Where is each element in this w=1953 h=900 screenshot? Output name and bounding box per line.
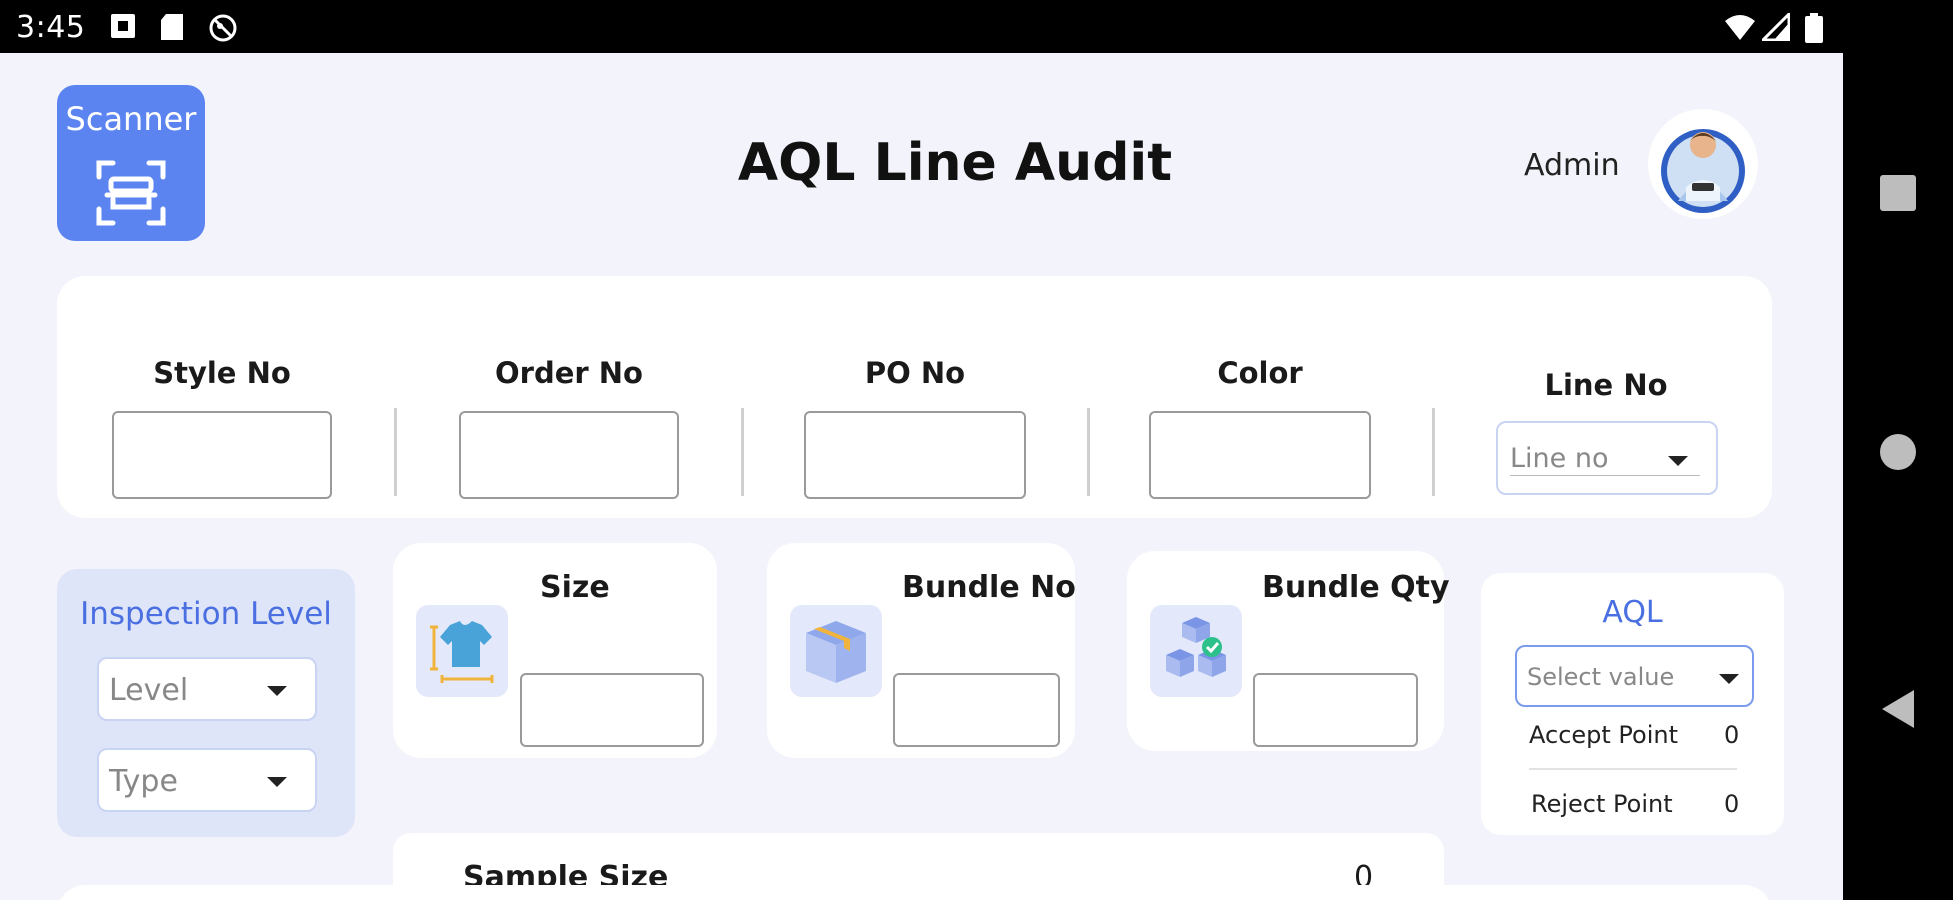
underline [1510, 475, 1700, 476]
order-no-label: Order No [495, 356, 643, 390]
size-label: Size [540, 570, 610, 605]
type-dropdown[interactable]: Type [97, 748, 317, 812]
row-divider [1529, 768, 1737, 770]
reject-point-value: 0 [1724, 790, 1740, 818]
box-icon [804, 617, 868, 690]
app-screen: Scanner AQL Line Audit Admin Style No Or… [0, 53, 1843, 900]
inspection-level-title: Inspection Level [80, 596, 332, 632]
status-time: 3:45 [16, 10, 86, 45]
level-placeholder: Level [109, 673, 189, 708]
chevron-down-icon [1719, 674, 1739, 684]
aql-card: AQL Select value Accept Point 0 Reject P… [1481, 573, 1784, 835]
po-no-input[interactable] [804, 411, 1026, 499]
divider [394, 408, 397, 496]
reject-point-label: Reject Point [1531, 790, 1673, 818]
bundle-no-label: Bundle No [902, 570, 1076, 605]
line-no-label: Line No [1544, 368, 1668, 402]
po-no-label: PO No [864, 356, 966, 390]
bundle-no-input[interactable] [893, 673, 1060, 747]
home-button[interactable] [1843, 434, 1953, 475]
accept-point-label: Accept Point [1529, 721, 1679, 749]
home-icon [1880, 434, 1916, 475]
t-shirt-icon [426, 617, 498, 692]
order-no-input[interactable] [459, 411, 679, 499]
type-placeholder: Type [109, 764, 178, 799]
page-title: AQL Line Audit [737, 133, 1173, 193]
style-no-label: Style No [153, 356, 291, 390]
chevron-down-icon [267, 777, 287, 787]
notification-icon [110, 13, 136, 44]
wifi-icon [1724, 13, 1756, 46]
bundle-icon-tile [790, 605, 882, 697]
size-icon-tile [416, 605, 508, 697]
divider [741, 408, 744, 496]
aql-placeholder: Select value [1527, 663, 1675, 691]
back-button[interactable] [1843, 689, 1953, 734]
aql-title: AQL [1602, 595, 1663, 630]
style-no-input[interactable] [112, 411, 332, 499]
bottom-card [57, 885, 1772, 900]
status-bar: 3:45 [0, 0, 1953, 53]
divider [1087, 408, 1090, 496]
accept-point-value: 0 [1724, 721, 1740, 749]
chevron-down-icon [267, 686, 287, 696]
line-no-dropdown[interactable]: Line no [1496, 421, 1718, 495]
bundle-qty-label: Bundle Qty [1262, 570, 1450, 605]
battery-icon [1805, 13, 1823, 48]
signal-icon [1759, 10, 1791, 46]
color-input[interactable] [1149, 411, 1371, 499]
chevron-down-icon [1668, 456, 1688, 466]
level-dropdown[interactable]: Level [97, 657, 317, 721]
no-disturb-icon [208, 13, 238, 48]
aql-dropdown[interactable]: Select value [1515, 645, 1754, 707]
back-icon [1880, 689, 1916, 734]
user-name: Admin [1524, 148, 1620, 183]
avatar[interactable] [1648, 109, 1758, 219]
line-no-placeholder: Line no [1510, 443, 1609, 474]
size-input[interactable] [520, 673, 704, 747]
boxes-check-icon [1162, 615, 1232, 692]
bundle-qty-icon-tile [1150, 605, 1242, 697]
divider [1432, 408, 1435, 496]
bundle-qty-input[interactable] [1253, 673, 1418, 747]
color-label: Color [1217, 356, 1303, 390]
sd-card-icon [160, 13, 184, 46]
inspection-level-panel: Inspection Level Level Type [57, 569, 355, 837]
